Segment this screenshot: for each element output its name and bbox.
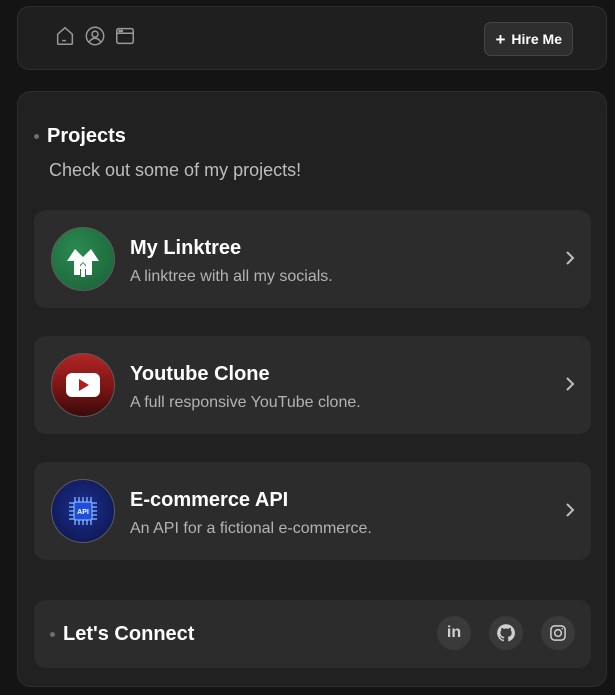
user-icon[interactable] xyxy=(84,25,106,47)
plus-icon: + xyxy=(495,29,506,49)
connect-title: Let's Connect xyxy=(63,623,195,645)
connect-heading: Let's Connect xyxy=(50,623,194,646)
projects-heading: Projects xyxy=(34,125,126,148)
api-chip-logo: API xyxy=(51,479,115,543)
nav-icon-group xyxy=(54,25,136,47)
instagram-icon[interactable] xyxy=(541,616,575,650)
top-navbar: + Hire Me xyxy=(17,6,607,70)
chevron-right-icon xyxy=(566,503,575,517)
bullet-dot xyxy=(34,134,39,139)
linkedin-label: in xyxy=(446,624,462,641)
social-links: in xyxy=(437,616,575,650)
hire-me-label: Hire Me xyxy=(511,31,562,47)
project-description: A full responsive YouTube clone. xyxy=(130,394,361,411)
project-description: An API for a fictional e-commerce. xyxy=(130,520,372,537)
project-title: My Linktree xyxy=(130,237,242,259)
youtube-logo xyxy=(51,353,115,417)
projects-card: Projects Check out some of my projects! … xyxy=(17,91,607,687)
browser-icon[interactable] xyxy=(114,25,136,47)
lets-connect-bar: Let's Connect in xyxy=(34,600,591,668)
linktree-logo xyxy=(51,227,115,291)
chevron-right-icon xyxy=(566,377,575,391)
home-icon[interactable] xyxy=(54,25,76,47)
project-title: Youtube Clone xyxy=(130,363,270,385)
projects-subtitle: Check out some of my projects! xyxy=(49,160,302,180)
bullet-dot xyxy=(50,632,55,637)
project-item-linktree[interactable]: My Linktree A linktree with all my socia… xyxy=(34,210,591,308)
project-description: A linktree with all my socials. xyxy=(130,268,333,285)
chevron-right-icon xyxy=(566,251,575,265)
hire-me-button[interactable]: + Hire Me xyxy=(484,22,573,56)
project-title: E-commerce API xyxy=(130,489,289,511)
projects-title: Projects xyxy=(47,125,126,147)
project-item-youtube-clone[interactable]: Youtube Clone A full responsive YouTube … xyxy=(34,336,591,434)
project-item-ecommerce-api[interactable]: API E-commerce API An API for a fictiona… xyxy=(34,462,591,560)
github-icon[interactable] xyxy=(489,616,523,650)
linkedin-icon[interactable]: in xyxy=(437,616,471,650)
api-chip-label: API xyxy=(77,509,89,516)
